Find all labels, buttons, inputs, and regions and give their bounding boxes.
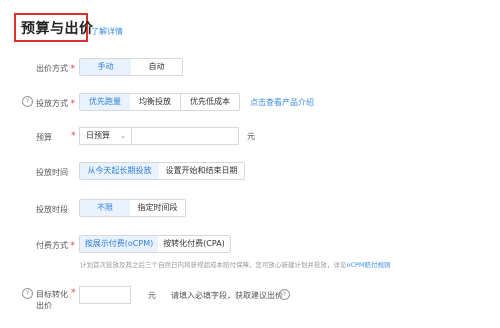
delivery-priority-volume-option[interactable]: 优先跑量 [80,94,131,110]
product-intro-link[interactable]: 点击查看产品介绍 [250,97,314,108]
delivery-period-unlimited-option[interactable]: 不限 [80,200,131,216]
delivery-time-toggle: 从今天起长期投放 设置开始和结束日期 [79,162,245,180]
delivery-method-toggle: 优先跑量 均衡投放 优先低成本 [79,93,240,111]
required-mark: * [70,99,76,109]
budget-unit: 元 [247,132,255,141]
help-icon[interactable]: ? [22,288,33,299]
delivery-method-label: 投放方式 * [36,99,76,109]
delivery-low-cost-option[interactable]: 优先低成本 [181,94,239,110]
delivery-time-label: 投放时间 [36,168,68,177]
delivery-period-toggle: 不限 指定时间段 [79,199,186,217]
billing-ocpm-option[interactable]: 按展示付费(oCPM) [80,236,159,252]
delivery-period-custom-option[interactable]: 指定时间段 [130,200,185,216]
required-mark: * [70,64,76,74]
bid-method-auto-option[interactable]: 自动 [131,59,182,75]
billing-method-label: 付费方式 * [36,241,76,251]
delivery-time-date-range-option[interactable]: 设置开始和结束日期 [159,163,244,179]
target-cost-input[interactable] [79,286,131,304]
budget-type-select[interactable]: 日预算 ⌄ [79,127,132,145]
section-title: 预算与出价 [21,21,94,37]
bid-method-label: 出价方式 * [36,64,76,74]
delivery-time-long-term-option[interactable]: 从今天起长期投放 [80,163,160,179]
help-icon[interactable]: ? [279,289,290,300]
budget-label: 预算 [36,133,52,142]
billing-cpa-option[interactable]: 按转化付费(CPA) [158,236,230,252]
bid-method-toggle: 手动 自动 [79,58,183,76]
bid-method-manual-option[interactable]: 手动 [80,59,132,75]
ocpm-compensation-link[interactable]: oCPM赔付规则 [347,261,391,269]
help-icon[interactable]: ? [22,96,33,107]
delivery-period-label: 投放时段 [36,205,68,214]
required-mark: * [71,131,76,141]
suggested-bid-hint: 请填入必填字段，获取建议出价 [171,291,283,300]
target-cost-label: 目标转化 出价 [36,290,68,310]
required-mark: * [70,241,76,251]
chevron-down-icon: ⌄ [120,132,126,140]
delivery-balanced-option[interactable]: 均衡投放 [130,94,181,110]
learn-more-link[interactable]: 了解详情 [91,26,123,37]
target-cost-unit: 元 [148,291,156,300]
billing-method-toggle: 按展示付费(oCPM) 按转化付费(CPA) [79,235,231,253]
budget-amount-input[interactable] [131,127,239,145]
billing-note: 计划首次投放及其之后三个自然日内将获得超成本赔付保障，您可放心新建计划并投放，详… [80,261,391,269]
required-mark: * [71,288,76,298]
